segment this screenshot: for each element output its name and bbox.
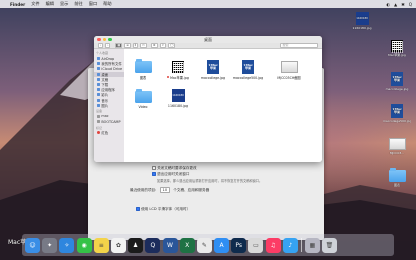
dock-keynote-icon[interactable]: ✎ bbox=[196, 237, 212, 253]
pref-lcd-smoothing[interactable]: 使用 LCD 平滑字体（可用时） bbox=[136, 207, 190, 212]
dock-itunes-icon[interactable]: ♫ bbox=[265, 237, 281, 253]
applications-icon bbox=[97, 88, 100, 92]
recent-count-select[interactable]: 10 bbox=[159, 187, 171, 193]
file-item-maccollege500[interactable]: ★Mac 苹果 maccollege500.jpg bbox=[231, 60, 265, 80]
search-input[interactable]: 搜索 bbox=[280, 43, 318, 48]
back-button[interactable]: ‹ bbox=[98, 43, 104, 48]
desktop-icon-1160180[interactable]: 1160180 1160180.jpg bbox=[348, 12, 376, 30]
qr-image-icon bbox=[172, 61, 185, 74]
spotlight-icon[interactable]: Q bbox=[409, 2, 412, 7]
file-grid: 图表 Mac苹果.jpg ★Mac 苹果 maccollege.jpg ★Mac 苹… bbox=[124, 49, 322, 162]
arrange-button[interactable]: ⚙ bbox=[150, 43, 158, 48]
file-item-qr[interactable]: Mac苹果.jpg bbox=[161, 61, 195, 80]
image-thumbnail-icon: ★Mac 苹果 bbox=[391, 72, 403, 86]
forward-button[interactable]: › bbox=[105, 43, 111, 48]
file-item-folder-charts[interactable]: 图表 bbox=[126, 59, 160, 80]
menu-app-finder[interactable]: Finder bbox=[10, 2, 25, 7]
picture-icon bbox=[97, 103, 100, 107]
dock-qq-icon[interactable]: ♟ bbox=[128, 237, 144, 253]
desktop-icon bbox=[97, 72, 100, 76]
pref-note: 如果选择，那么退出应用后重新打开应用时，将不恢复打开的文稿和窗口。 bbox=[157, 179, 263, 183]
menu-help[interactable]: 帮助 bbox=[103, 1, 111, 7]
bluetooth-icon[interactable]: ✱ bbox=[401, 2, 405, 7]
document-icon bbox=[97, 77, 100, 81]
file-item-folder-video[interactable]: Video bbox=[126, 89, 160, 109]
menu-edit[interactable]: 编辑 bbox=[46, 1, 54, 7]
music-icon bbox=[97, 98, 100, 102]
image-thumbnail-icon: 1160180 bbox=[355, 12, 369, 25]
dock-trash-icon[interactable]: 🗑 bbox=[321, 237, 337, 253]
sidebar-item-tag-red[interactable]: 红色 bbox=[94, 130, 124, 135]
folder-icon bbox=[134, 89, 152, 103]
image-thumbnail-icon: 1160180 bbox=[171, 89, 185, 102]
share-button[interactable]: ⇪ bbox=[159, 43, 167, 48]
all-files-icon bbox=[97, 62, 100, 66]
status-icon-a[interactable]: ◐ bbox=[386, 2, 390, 7]
menu-extras: ◐ ▲ ✱ Q bbox=[386, 2, 412, 7]
view-gallery-button[interactable]: ▭ bbox=[140, 43, 147, 48]
dock-quicktime-icon[interactable]: Q bbox=[145, 237, 161, 253]
drive-icon bbox=[97, 120, 100, 124]
tag-button[interactable]: ◯ bbox=[168, 43, 176, 48]
wifi-icon[interactable]: ▲ bbox=[394, 2, 397, 7]
finder-window: 桌面 ‹ › ▦ ≡ ⫴ ▭ ⚙ ⇪ ◯ 搜索 个人收藏 AirDrop 我的所… bbox=[94, 36, 322, 162]
computer-icon bbox=[97, 114, 100, 118]
menu-window[interactable]: 窗口 bbox=[89, 1, 97, 7]
image-thumbnail-icon: ★Mac 苹果 bbox=[391, 104, 403, 118]
image-thumbnail-icon: ★Mac 苹果 bbox=[242, 60, 254, 74]
movie-icon bbox=[97, 93, 100, 97]
screenshot-icon bbox=[280, 61, 298, 73]
dock-wechat-icon[interactable]: ◉ bbox=[76, 237, 92, 253]
dock-downloads-icon[interactable]: ▦ bbox=[304, 237, 320, 253]
screenshot-icon bbox=[388, 138, 406, 150]
file-item-screenshot[interactable]: MJCC03CH截图 bbox=[272, 61, 306, 80]
dock-photos-icon[interactable]: ✿ bbox=[110, 237, 126, 253]
qr-image-icon bbox=[391, 40, 404, 53]
finder-sidebar: 个人收藏 AirDrop 我的所有文件 iCloud Drive 桌面 文稿 下… bbox=[94, 49, 124, 162]
file-item-maccollege[interactable]: ★Mac 苹果 maccollege.jpg bbox=[196, 60, 230, 80]
image-thumbnail-icon: ★Mac 苹果 bbox=[207, 60, 219, 74]
view-icons-button[interactable]: ▦ bbox=[115, 43, 123, 48]
checkbox[interactable] bbox=[152, 166, 156, 170]
desktop-icon-screenshot[interactable]: MJCC03... bbox=[383, 138, 411, 155]
file-item-1160180[interactable]: 1160180 1160180.jpg bbox=[161, 89, 195, 108]
pref-close-windows[interactable]: 退出应用时关闭窗口 bbox=[152, 172, 189, 177]
desktop-icon-maccollege[interactable]: ★Mac 苹果 maccollege.jpg bbox=[383, 72, 411, 91]
dock-qq-music-icon[interactable]: ♪ bbox=[282, 237, 298, 253]
checkbox[interactable] bbox=[152, 172, 156, 176]
dock-safari-icon[interactable]: ✧ bbox=[59, 237, 75, 253]
dock-word-icon[interactable]: W bbox=[162, 237, 178, 253]
dock-finder-icon[interactable]: ☺ bbox=[25, 237, 40, 253]
pref-ask-save[interactable]: 关闭文稿时要求保存更改 bbox=[152, 166, 197, 171]
airdrop-icon bbox=[97, 57, 100, 61]
download-icon bbox=[97, 83, 100, 87]
red-tag-icon bbox=[97, 131, 100, 135]
menu-file[interactable]: 文件 bbox=[31, 1, 39, 7]
desktop-icon-maccollege500[interactable]: ★Mac 苹果 maccollege500.jpg bbox=[383, 104, 411, 123]
dock-separator bbox=[301, 238, 302, 252]
dock-notes-icon[interactable]: ≡ bbox=[93, 237, 109, 253]
desktop-icon-qr[interactable]: Mac苹果.jpg bbox=[383, 40, 411, 57]
dock: ☺ ✦ ✧ ◉ ≡ ✿ ♟ Q W X ✎ A Ps ▭ ♫ ♪ ▦ 🗑 bbox=[22, 234, 394, 256]
pref-recent-items: 最近使用的项目: 10 个文稿、应用和服务器 bbox=[130, 187, 210, 193]
view-list-button[interactable]: ≡ bbox=[124, 43, 131, 48]
red-tag-dot-icon bbox=[167, 76, 170, 79]
dock-excel-icon[interactable]: X bbox=[179, 237, 195, 253]
cloud-icon bbox=[97, 67, 100, 71]
menu-go[interactable]: 前往 bbox=[74, 1, 82, 7]
view-columns-button[interactable]: ⫴ bbox=[132, 43, 139, 48]
desktop-icon-folder-charts[interactable]: 图表 bbox=[383, 168, 411, 187]
dock-photoshop-icon[interactable]: Ps bbox=[231, 237, 247, 253]
folder-icon bbox=[134, 59, 152, 73]
dock-preview-icon[interactable]: ▭ bbox=[248, 237, 264, 253]
checkbox[interactable] bbox=[136, 207, 140, 211]
menu-bar: Finder 文件 编辑 显示 前往 窗口 帮助 ◐ ▲ ✱ Q bbox=[0, 0, 416, 8]
dock-launchpad-icon[interactable]: ✦ bbox=[42, 237, 58, 253]
menu-view[interactable]: 显示 bbox=[60, 1, 68, 7]
dock-app-store-icon[interactable]: A bbox=[214, 237, 230, 253]
folder-icon bbox=[388, 168, 406, 182]
